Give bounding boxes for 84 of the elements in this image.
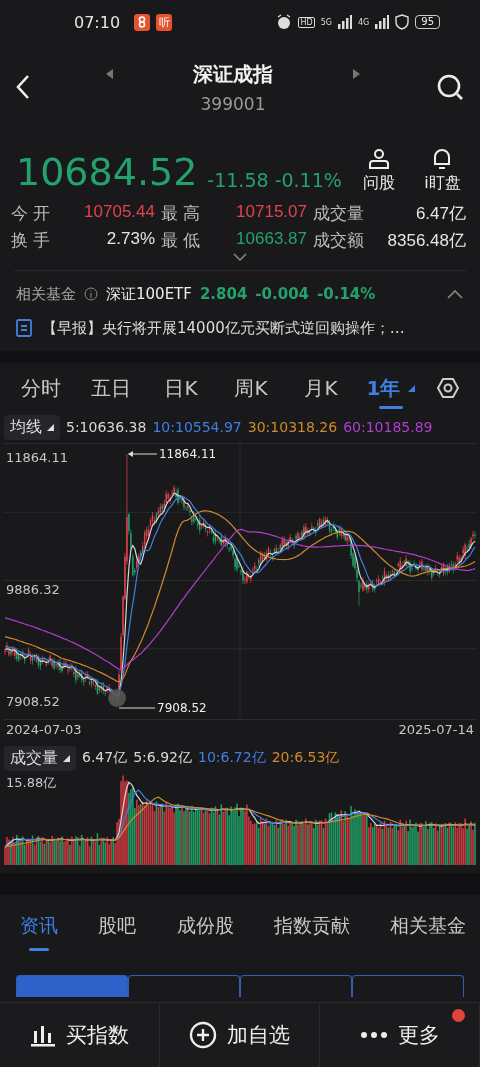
stat-label: 成交额 <box>313 230 365 252</box>
bar-chart-icon <box>30 1023 56 1047</box>
stat-value: 10705.44 <box>83 202 156 223</box>
search-icon[interactable] <box>436 73 464 101</box>
bottom-action-button[interactable]: 买指数 <box>0 1003 160 1067</box>
period-tab[interactable]: 分时 <box>6 363 76 413</box>
period-tab[interactable]: 五日 <box>76 363 146 413</box>
network-label: 5G <box>320 17 332 27</box>
filter-segment[interactable] <box>128 975 240 997</box>
volume-selector[interactable]: 成交量 <box>4 745 76 771</box>
battery-indicator: 95 <box>415 15 440 29</box>
stat-label: 最 低 <box>161 230 201 252</box>
volume-value: 10:6.72亿 <box>197 749 266 767</box>
fund-label: 相关基金 <box>16 284 76 304</box>
quote-action-button[interactable]: i盯盘 <box>416 147 468 194</box>
dropdown-icon <box>63 754 70 762</box>
stat-label: 今 开 <box>11 203 51 225</box>
period-tab[interactable]: 周K <box>216 363 286 413</box>
stat-label: 换 手 <box>11 230 51 252</box>
signal-icon <box>375 15 390 29</box>
status-time: 07:10 <box>74 12 121 32</box>
network-label: 4G <box>357 17 370 27</box>
stat-value: 10663.87 <box>235 229 308 250</box>
stat-value: 6.47亿 <box>414 203 467 225</box>
bottom-action-button[interactable]: 更多 <box>320 1003 480 1067</box>
price-axis-label: 7908.52 <box>6 694 60 709</box>
quote-action-button[interactable]: 问股 <box>353 147 405 194</box>
info-icon[interactable] <box>84 287 98 301</box>
moving-average-selector[interactable]: 均线 <box>4 414 60 440</box>
alarm-icon <box>276 14 293 30</box>
person-icon <box>367 147 392 171</box>
more-icon <box>359 1031 388 1039</box>
volume-value: 5:6.92亿 <box>133 749 192 767</box>
index-code: 399001 <box>200 93 266 114</box>
current-price: 10684.52 <box>16 150 198 194</box>
fund-change-percent: -0.14% <box>317 285 376 303</box>
fund-price: 2.804 <box>199 285 248 303</box>
settings-icon[interactable] <box>436 376 460 400</box>
fund-name[interactable]: 深证100ETF <box>106 284 192 304</box>
moving-average-value: 5:10636.38 <box>66 419 147 435</box>
bottom-action-button[interactable]: 加自选 <box>160 1003 320 1067</box>
stat-value: 10715.07 <box>235 202 308 223</box>
signal-icon <box>337 15 352 29</box>
price-change: -11.58 -0.11% <box>207 169 342 191</box>
filter-segment[interactable] <box>240 975 352 997</box>
stat-value: 2.73% <box>105 229 156 250</box>
price-axis-label: 11864.11 <box>6 450 69 465</box>
collapse-icon[interactable] <box>446 289 464 299</box>
back-icon[interactable] <box>16 74 30 100</box>
content-tab[interactable]: 指数贡献 <box>273 895 350 957</box>
period-tab[interactable]: 月K <box>286 363 356 413</box>
price-axis-label: 9886.32 <box>6 582 60 597</box>
next-icon[interactable] <box>353 69 360 79</box>
content-tab[interactable]: 相关基金 <box>390 895 466 957</box>
stat-label: 成交量 <box>313 203 365 225</box>
shield-icon <box>395 14 410 30</box>
content-tab[interactable]: 股吧 <box>98 895 137 957</box>
previous-icon[interactable] <box>106 69 113 79</box>
expand-icon[interactable] <box>232 252 248 262</box>
volume-value: 6.47亿 <box>82 749 128 767</box>
dropdown-icon <box>47 423 54 431</box>
moving-average-value: 30:10318.26 <box>247 419 338 435</box>
volume-value: 20:6.53亿 <box>271 749 340 767</box>
stat-label: 最 高 <box>161 203 201 225</box>
document-icon <box>16 319 32 337</box>
content-tab[interactable]: 资讯 <box>20 895 58 957</box>
period-tab[interactable]: 日K <box>146 363 216 413</box>
filter-segment[interactable] <box>352 975 464 997</box>
app-notification-icon: 听 <box>156 13 173 31</box>
moving-average-value: 10:10554.97 <box>152 419 242 435</box>
index-title: 深证成指 <box>193 60 273 88</box>
news-headline[interactable]: 【早报】央行将开展14000亿元买断式逆回购操作；… <box>42 318 405 338</box>
hd-indicator: HD <box>298 16 315 28</box>
end-date: 2025-07-14 <box>398 722 474 739</box>
fund-change: -0.004 <box>255 285 310 303</box>
moving-average-value: 60:10185.89 <box>343 419 433 435</box>
start-date: 2024-07-03 <box>6 722 82 739</box>
add-icon <box>189 1021 217 1049</box>
app-notification-icon <box>134 13 151 31</box>
dropdown-icon <box>408 384 416 392</box>
content-tab[interactable]: 成份股 <box>176 895 234 957</box>
stat-value: 8356.48亿 <box>386 230 467 252</box>
volume-axis-label: 15.88亿 <box>6 774 57 792</box>
period-tab[interactable]: 1年 <box>356 363 426 413</box>
